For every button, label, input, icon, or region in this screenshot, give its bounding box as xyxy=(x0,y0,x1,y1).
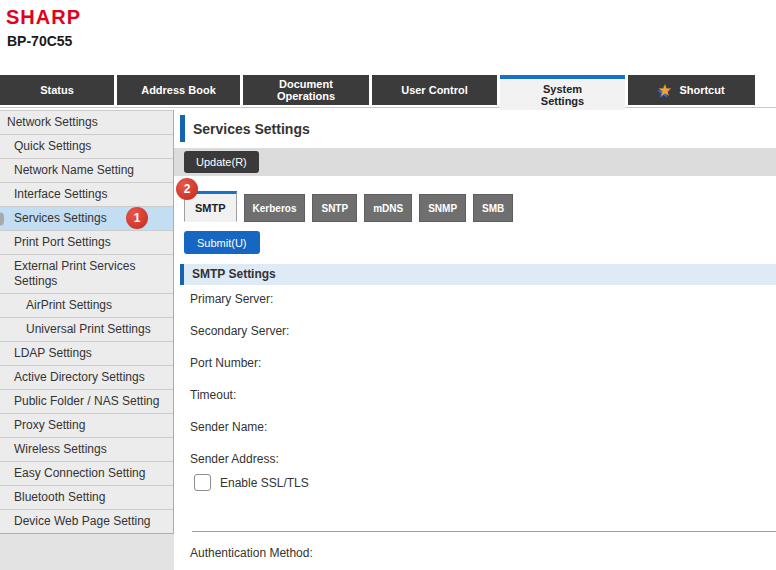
section-divider xyxy=(192,531,776,532)
nav-tab-address-book[interactable]: Address Book xyxy=(117,75,240,105)
field-label-port-number: Port Number: xyxy=(190,356,776,370)
top-nav: StatusAddress BookDocumentOperationsUser… xyxy=(0,75,758,110)
sidebar-item-print-port-settings[interactable]: Print Port Settings xyxy=(0,231,173,255)
field-label-primary-server: Primary Server: xyxy=(190,292,776,306)
main-content: Services Settings Update(R) 2 SMTPKerber… xyxy=(174,110,776,570)
sidebar-item-airprint-settings[interactable]: AirPrint Settings xyxy=(0,294,173,318)
page-header-accent-bar xyxy=(180,115,185,142)
ssl-checkbox[interactable] xyxy=(194,474,211,491)
page-header: Services Settings xyxy=(174,115,776,142)
sidebar-item-quick-settings[interactable]: Quick Settings xyxy=(0,135,173,159)
sidebar-item-proxy-setting[interactable]: Proxy Setting xyxy=(0,414,173,438)
sidebar-item-external-print-services-settings[interactable]: External Print Services Settings xyxy=(0,255,173,294)
section-title: SMTP Settings xyxy=(192,264,276,285)
sidebar-menu: Network SettingsQuick SettingsNetwork Na… xyxy=(0,110,174,534)
sidebar-item-network-name-setting[interactable]: Network Name Setting xyxy=(0,159,173,183)
sidebar-item-ldap-settings[interactable]: LDAP Settings xyxy=(0,342,173,366)
service-tab-smb[interactable]: SMB xyxy=(473,194,513,222)
nav-tab-shortcut[interactable]: ★★Shortcut xyxy=(628,75,755,105)
field-label-sender-address: Sender Address: xyxy=(190,452,776,466)
sidebar-item-device-web-page-setting[interactable]: Device Web Page Setting xyxy=(0,510,173,533)
toolbar: Update(R) xyxy=(174,148,776,176)
service-tab-kerberos[interactable]: Kerberos xyxy=(244,194,306,222)
sidebar-item-public-folder-nas-setting[interactable]: Public Folder / NAS Setting xyxy=(0,390,173,414)
field-label-secondary-server: Secondary Server: xyxy=(190,324,776,338)
nav-tab-user-control[interactable]: User Control xyxy=(372,75,497,105)
step-1-badge: 1 xyxy=(126,207,148,229)
sidebar-item-universal-print-settings[interactable]: Universal Print Settings xyxy=(0,318,173,342)
page-title: Services Settings xyxy=(193,121,310,137)
nav-tab-status[interactable]: Status xyxy=(0,75,114,105)
submit-button[interactable]: Submit(U) xyxy=(184,231,260,254)
sidebar-item-services-settings[interactable]: Services Settings1 xyxy=(0,207,173,231)
nav-tab-document-operations[interactable]: DocumentOperations xyxy=(243,75,369,105)
update-button[interactable]: Update(R) xyxy=(184,151,259,173)
sidebar-item-easy-connection-setting[interactable]: Easy Connection Setting xyxy=(0,462,173,486)
device-model: BP-70C55 xyxy=(7,33,72,49)
sidebar-item-bluetooth-setting[interactable]: Bluetooth Setting xyxy=(0,486,173,510)
sidebar-item-network-settings[interactable]: Network Settings xyxy=(0,111,173,135)
section-header-accent-bar xyxy=(180,264,184,285)
sidebar-item-wireless-settings[interactable]: Wireless Settings xyxy=(0,438,173,462)
field-label-timeout: Timeout: xyxy=(190,388,776,402)
service-tab-sntp[interactable]: SNTP xyxy=(312,194,357,222)
sharp-logo: SHARP xyxy=(6,6,81,29)
ssl-checkbox-label: Enable SSL/TLS xyxy=(220,476,309,490)
ssl-checkbox-row: Enable SSL/TLS xyxy=(194,474,776,491)
sidebar-item-active-directory-settings[interactable]: Active Directory Settings xyxy=(0,366,173,390)
nav-tab-system-settings[interactable]: SystemSettings xyxy=(500,75,625,110)
field-label-sender-name: Sender Name: xyxy=(190,420,776,434)
star-icon: ★★ xyxy=(658,83,673,97)
step-2-badge: 2 xyxy=(176,178,198,200)
sidebar-item-interface-settings[interactable]: Interface Settings xyxy=(0,183,173,207)
service-tabs: SMTPKerberosSNTPmDNSSNMPSMB xyxy=(184,191,776,222)
sidebar: Network SettingsQuick SettingsNetwork Na… xyxy=(0,110,174,570)
section-header: SMTP Settings xyxy=(180,264,776,285)
auth-method-label: Authentication Method: xyxy=(190,546,776,560)
field-list: Primary Server: Secondary Server: Port Num… xyxy=(190,292,776,466)
service-tab-snmp[interactable]: SNMP xyxy=(419,194,466,222)
service-tab-mdns[interactable]: mDNS xyxy=(364,194,412,222)
